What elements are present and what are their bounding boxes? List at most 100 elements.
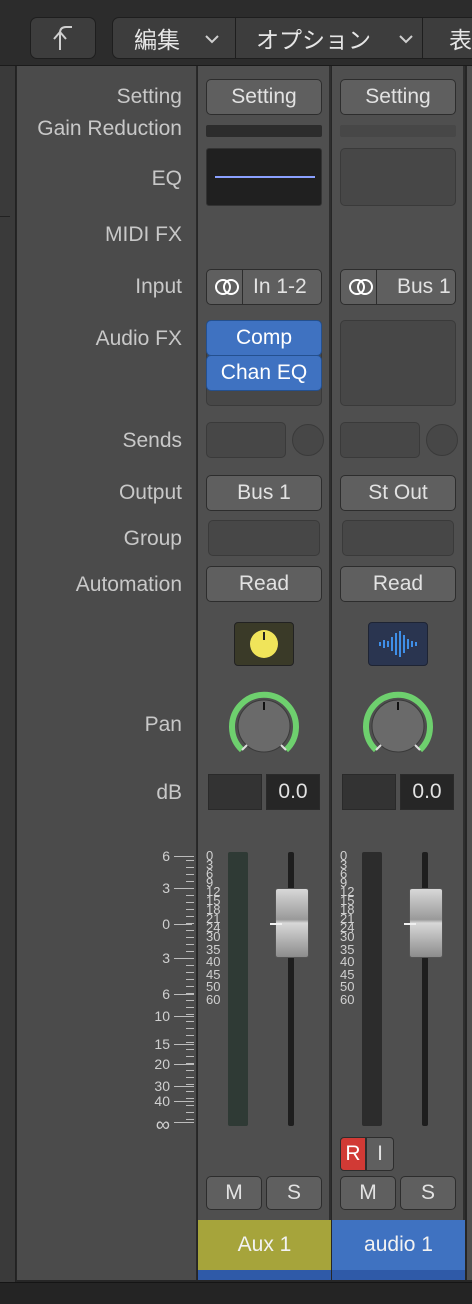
channel-icon-button[interactable] xyxy=(368,622,428,666)
output-value: Bus 1 xyxy=(237,481,291,504)
scale-minor-tick xyxy=(186,1091,194,1092)
send-level-knob[interactable] xyxy=(426,424,458,456)
input-monitor-label: I xyxy=(377,1142,383,1165)
scale-number: 60 xyxy=(340,991,355,1007)
db-label: dB xyxy=(156,781,182,804)
scale-number: 3 xyxy=(162,950,170,966)
scale-minor-tick xyxy=(186,888,194,889)
scale-number: 15 xyxy=(154,1036,170,1052)
channel-strip-audio-1: Setting Bus 1 St Out Read 0.0 0 3 6 9 12… xyxy=(332,66,465,1280)
audio-fx-slot-chan-eq[interactable]: Chan EQ xyxy=(206,355,322,391)
scale-minor-tick xyxy=(186,958,194,959)
midi-fx-label: MIDI FX xyxy=(105,223,182,246)
output-button[interactable]: Bus 1 xyxy=(206,475,322,511)
automation-value: Read xyxy=(372,572,424,595)
automation-button[interactable]: Read xyxy=(340,566,456,602)
group-slot[interactable] xyxy=(342,520,454,556)
scale-number: 20 xyxy=(154,1056,170,1072)
gain-reduction-meter xyxy=(206,125,322,137)
input-button[interactable]: In 1-2 xyxy=(206,269,322,305)
solo-button[interactable]: S xyxy=(400,1176,456,1210)
scale-number: 30 xyxy=(154,1078,170,1094)
scale-number: 60 xyxy=(206,991,221,1007)
scale-tick xyxy=(174,1016,194,1017)
automation-value: Read xyxy=(238,572,290,595)
db-value: 0.0 xyxy=(278,780,308,803)
scale-number: 10 xyxy=(154,1008,170,1024)
scale-tick xyxy=(174,1064,194,1065)
channel-name[interactable]: Aux 1 xyxy=(198,1220,331,1270)
output-button[interactable]: St Out xyxy=(340,475,456,511)
mute-label: M xyxy=(359,1181,377,1204)
window-edge xyxy=(0,66,16,1304)
audio-fx-area[interactable] xyxy=(340,320,456,406)
volume-fader[interactable] xyxy=(270,888,309,958)
fader-line xyxy=(404,923,416,925)
scale-number: 6 xyxy=(162,986,170,1002)
sends-label: Sends xyxy=(122,429,182,452)
scale-minor-tick xyxy=(186,1112,194,1113)
send-level-knob[interactable] xyxy=(292,424,324,456)
channel-name[interactable]: audio 1 xyxy=(332,1220,465,1270)
mute-button[interactable]: M xyxy=(340,1176,396,1210)
scale-tick xyxy=(174,856,194,857)
scale-minor-tick xyxy=(186,1049,194,1050)
mute-label: M xyxy=(225,1181,243,1204)
db-value-field[interactable]: 0.0 xyxy=(266,774,320,810)
edit-menu-button[interactable]: 編集 xyxy=(112,17,235,59)
scale-minor-tick xyxy=(186,867,194,868)
record-enable-button[interactable]: R xyxy=(340,1137,366,1171)
back-button[interactable] xyxy=(30,17,96,59)
peak-display xyxy=(208,774,262,810)
eq-thumbnail[interactable] xyxy=(340,148,456,206)
scale-minor-tick xyxy=(186,951,194,952)
scale-minor-tick xyxy=(186,902,194,903)
scale-tick xyxy=(174,924,192,925)
scale-minor-tick xyxy=(186,895,194,896)
audio-fx-slot-comp[interactable]: Comp xyxy=(206,320,322,356)
chevron-down-icon xyxy=(205,35,219,44)
scale-minor-tick xyxy=(186,1063,194,1064)
view-menu-button[interactable]: 表 xyxy=(423,17,472,59)
send-slot[interactable] xyxy=(340,422,420,458)
input-button[interactable]: Bus 1 xyxy=(340,269,456,305)
solo-button[interactable]: S xyxy=(266,1176,322,1210)
audio-fx-label: Audio FX xyxy=(95,327,182,350)
scale-minor-tick xyxy=(186,860,194,861)
toolbar: 編集 オプション 表 xyxy=(0,0,472,66)
scale-minor-tick xyxy=(186,1042,194,1043)
options-menu-button[interactable]: オプション xyxy=(236,17,422,59)
scale-minor-tick xyxy=(186,1000,194,1001)
scale-number: 3 xyxy=(162,880,170,896)
scale-tick xyxy=(174,1122,194,1123)
edit-menu-label: 編集 xyxy=(134,27,180,53)
pan-knob[interactable] xyxy=(228,690,300,762)
db-value-field[interactable]: 0.0 xyxy=(400,774,454,810)
scale-minor-tick xyxy=(186,993,194,994)
db-value: 0.0 xyxy=(412,780,442,803)
channel-icon-button[interactable] xyxy=(234,622,294,666)
waveform-icon xyxy=(379,631,417,657)
group-slot[interactable] xyxy=(208,520,320,556)
fader-line xyxy=(270,923,282,925)
setting-button[interactable]: Setting xyxy=(340,79,456,115)
input-monitor-button[interactable]: I xyxy=(366,1137,394,1171)
send-slot[interactable] xyxy=(206,422,286,458)
setting-button[interactable]: Setting xyxy=(206,79,322,115)
setting-button-label: Setting xyxy=(231,85,297,108)
scale-number: ∞ xyxy=(155,1114,170,1136)
scale-minor-tick xyxy=(186,909,194,910)
eq-label: EQ xyxy=(151,167,182,190)
output-label: Output xyxy=(118,481,182,504)
mute-button[interactable]: M xyxy=(206,1176,262,1210)
volume-fader[interactable] xyxy=(404,888,443,958)
level-meter xyxy=(362,852,382,1126)
eq-thumbnail[interactable] xyxy=(206,148,322,206)
pan-knob[interactable] xyxy=(362,690,434,762)
scale-minor-tick xyxy=(186,930,194,931)
peak-display xyxy=(342,774,396,810)
scale-minor-tick xyxy=(186,986,194,987)
scale-minor-tick xyxy=(186,1028,194,1029)
eq-curve xyxy=(215,176,315,178)
automation-button[interactable]: Read xyxy=(206,566,322,602)
